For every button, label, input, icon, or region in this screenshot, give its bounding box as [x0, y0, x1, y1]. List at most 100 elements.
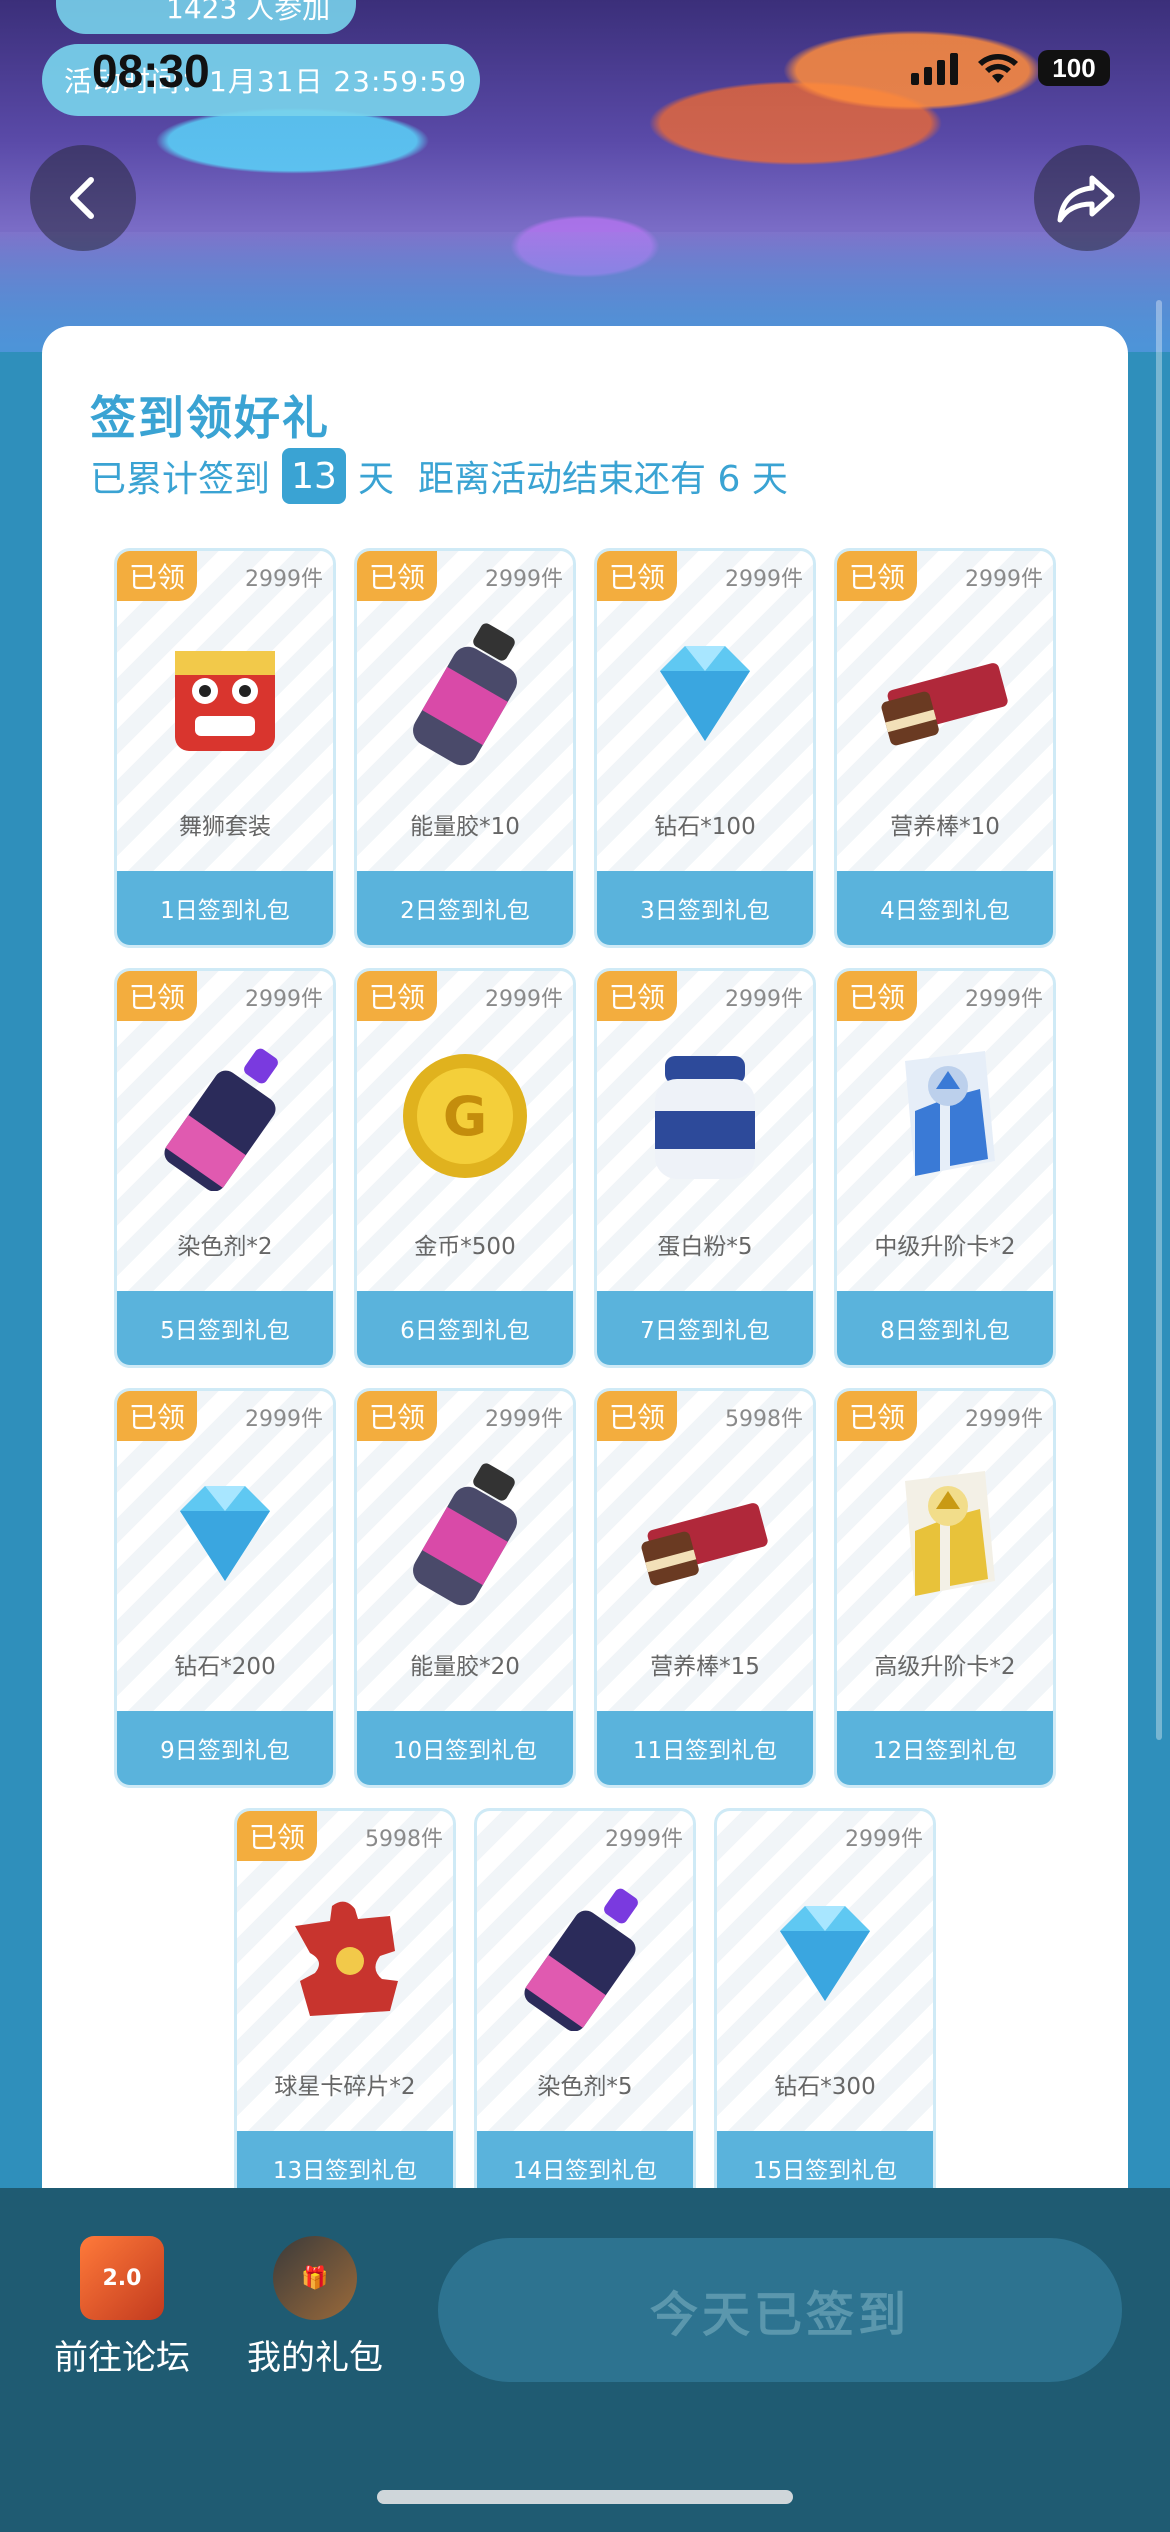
page-title: 签到领好礼	[90, 391, 330, 445]
diamond-icon	[150, 1461, 300, 1611]
gift-name: 染色剂*2	[177, 1234, 273, 1260]
sign-in-days-badge: 13	[282, 448, 347, 504]
my-gifts-button[interactable]: 🎁 我的礼包	[245, 2236, 385, 2379]
gift-day-label: 5日签到礼包	[117, 1291, 333, 1365]
gift-stock: 5998件	[725, 1407, 803, 1432]
gift-stock: 2999件	[605, 1827, 683, 1852]
svg-text:G: G	[443, 1085, 487, 1148]
gift-stock: 2999件	[725, 987, 803, 1012]
cellular-signal-icon	[911, 51, 958, 85]
mid-upgrade-card-icon	[870, 1041, 1020, 1191]
dye-spray-icon	[510, 1881, 660, 2032]
gift-day-label: 7日签到礼包	[597, 1291, 813, 1365]
gift-card[interactable]: 已领 2999件营养棒*10 4日签到礼包	[834, 548, 1056, 948]
claimed-badge: 已领	[837, 1391, 917, 1441]
gift-day-label: 10日签到礼包	[357, 1711, 573, 1785]
gift-card[interactable]: 已领 2999件 钻石*200 9日签到礼包	[114, 1388, 336, 1788]
gift-stock: 5998件	[365, 1827, 443, 1852]
gift-name: 能量胶*10	[410, 814, 520, 840]
gift-card[interactable]: 已领 2999件 G 金币*500 6日签到礼包	[354, 968, 576, 1368]
gift-stock: 2999件	[485, 1407, 563, 1432]
nutrition-bar-icon	[870, 621, 1020, 771]
diamond-icon	[630, 621, 780, 771]
gift-stock: 2999件	[845, 1827, 923, 1852]
gift-stock: 2999件	[245, 1407, 323, 1432]
gift-name: 染色剂*5	[537, 2074, 633, 2100]
gift-day-label: 9日签到礼包	[117, 1711, 333, 1785]
gift-stock: 2999件	[725, 567, 803, 592]
gift-name: 钻石*100	[654, 814, 756, 840]
claimed-badge: 已领	[597, 1391, 677, 1441]
scrollbar[interactable]	[1156, 300, 1162, 1740]
gift-card[interactable]: 已领 2999件 钻石*100 3日签到礼包	[594, 548, 816, 948]
gift-card[interactable]: 已领 2999件 高级升阶卡*2 12日签到礼包	[834, 1388, 1056, 1788]
home-indicator	[377, 2490, 793, 2504]
gift-card[interactable]: 已领 2999件 舞狮套装 1日签到礼包	[114, 548, 336, 948]
gift-stock: 2999件	[485, 567, 563, 592]
gift-name: 钻石*300	[774, 2074, 876, 2100]
claimed-badge: 已领	[117, 551, 197, 601]
gift-name: 中级升阶卡*2	[874, 1234, 1016, 1260]
claimed-badge: 已领	[837, 551, 917, 601]
energy-gel-icon	[390, 621, 540, 771]
gift-day-label: 8日签到礼包	[837, 1291, 1053, 1365]
gift-day-label: 6日签到礼包	[357, 1291, 573, 1365]
energy-gel-icon	[390, 1461, 540, 1611]
gift-name: 能量胶*20	[410, 1654, 520, 1680]
gift-day-label: 4日签到礼包	[837, 871, 1053, 945]
back-button[interactable]	[30, 145, 136, 251]
gift-day-label: 11日签到礼包	[597, 1711, 813, 1785]
gift-card[interactable]: 2999件 染色剂*5 14日签到礼包	[474, 1808, 696, 2208]
chevron-left-icon	[70, 177, 94, 219]
claimed-badge: 已领	[237, 1811, 317, 1861]
star-card-fragment-icon	[270, 1881, 420, 2031]
dye-spray-icon	[150, 1041, 300, 1192]
forum-label: 前往论坛	[54, 2338, 190, 2378]
high-upgrade-card-icon	[870, 1461, 1020, 1611]
status-time: 08:30	[92, 45, 210, 97]
gift-stock: 2999件	[965, 567, 1043, 592]
gold-coin-icon: G	[390, 1041, 540, 1191]
gift-card[interactable]: 已领 5998件营养棒*15 11日签到礼包	[594, 1388, 816, 1788]
gift-stock: 2999件	[245, 987, 323, 1012]
diamond-icon	[750, 1881, 900, 2031]
bottom-bar: 2.0 前往论坛 🎁 我的礼包 今天已签到	[0, 2188, 1170, 2532]
gift-name: 球星卡碎片*2	[274, 2074, 416, 2100]
gift-name: 营养棒*15	[650, 1654, 760, 1680]
gift-stock: 2999件	[485, 987, 563, 1012]
gift-card[interactable]: 2999件 钻石*300 15日签到礼包	[714, 1808, 936, 2208]
battery-icon: 100	[1038, 50, 1110, 86]
sign-in-prefix: 已累计签到	[90, 459, 271, 500]
gift-name: 蛋白粉*5	[657, 1234, 753, 1260]
gift-name: 高级升阶卡*2	[874, 1654, 1016, 1680]
status-bar: 08:30 100	[0, 0, 1170, 150]
my-gifts-label: 我的礼包	[247, 2338, 383, 2378]
claimed-badge: 已领	[357, 971, 437, 1021]
gift-card[interactable]: 已领 2999件 能量胶*20 10日签到礼包	[354, 1388, 576, 1788]
protein-powder-icon	[630, 1041, 780, 1191]
gift-card[interactable]: 已领 5998件 球星卡碎片*2 13日签到礼包	[234, 1808, 456, 2208]
share-button[interactable]	[1034, 145, 1140, 251]
status-icons: 100	[911, 50, 1110, 86]
claimed-badge: 已领	[357, 551, 437, 601]
gift-stock: 2999件	[245, 567, 323, 592]
gift-name: 营养棒*10	[890, 814, 1000, 840]
forum-button[interactable]: 2.0 前往论坛	[52, 2236, 192, 2379]
gift-card[interactable]: 已领 2999件染色剂*2 5日签到礼包	[114, 968, 336, 1368]
claimed-badge: 已领	[117, 971, 197, 1021]
gift-card[interactable]: 已领 2999件 中级升阶卡*2 8日签到礼包	[834, 968, 1056, 1368]
nutrition-bar-icon	[630, 1461, 780, 1611]
gift-card[interactable]: 已领 2999件蛋白粉*5 7日签到礼包	[594, 968, 816, 1368]
share-arrow-icon	[1057, 175, 1115, 223]
forum-app-icon: 2.0	[80, 2236, 164, 2320]
signed-today-button[interactable]: 今天已签到	[438, 2238, 1122, 2382]
lion-dance-costume-icon	[150, 621, 300, 771]
remaining-days-text: 距离活动结束还有 6 天	[418, 459, 788, 500]
claimed-badge: 已领	[117, 1391, 197, 1441]
claimed-badge: 已领	[597, 551, 677, 601]
gift-card[interactable]: 已领 2999件 能量胶*10 2日签到礼包	[354, 548, 576, 948]
claimed-badge: 已领	[597, 971, 677, 1021]
sign-in-summary: 已累计签到 13 天 距离活动结束还有 6 天	[90, 448, 788, 504]
gift-name: 金币*500	[414, 1234, 516, 1260]
gift-day-label: 12日签到礼包	[837, 1711, 1053, 1785]
